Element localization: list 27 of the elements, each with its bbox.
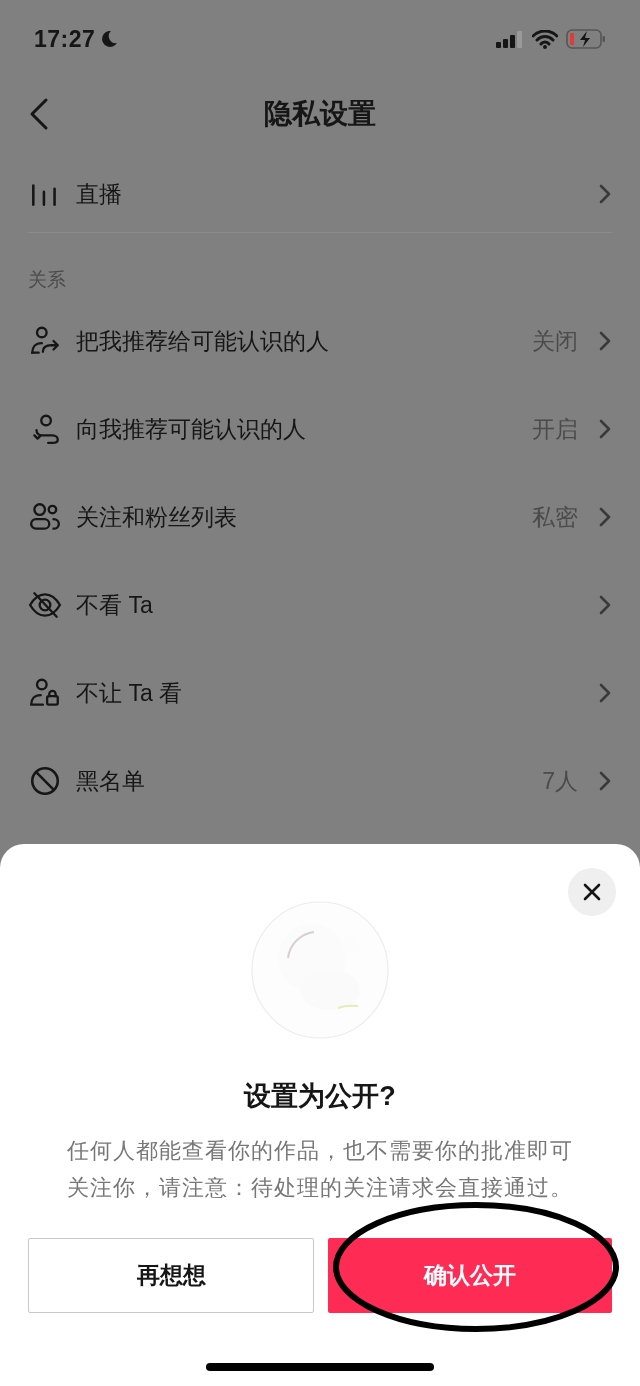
dialog-message: 任何人都能查看你的作品，也不需要你的批准即可关注你，请注意：待处理的关注请求会直接通过。 (66, 1137, 574, 1202)
battery-icon (566, 29, 606, 49)
setting-label[interactable]: 把我推荐给可能认识的人 (76, 325, 518, 357)
wifi-icon (532, 29, 558, 49)
chevron-icon (598, 183, 612, 205)
chevron-icon (598, 594, 612, 616)
close-button[interactable] (568, 868, 616, 916)
confirm-button[interactable]: 确认公开 (328, 1238, 612, 1313)
setting-label[interactable]: 向我推荐可能认识的人 (76, 413, 518, 445)
block-icon (28, 764, 62, 798)
signal-icon (496, 30, 524, 48)
setting-label[interactable]: 不让 Ta 看 (76, 677, 578, 709)
moon-icon (99, 29, 120, 49)
page-title: 隐私设置 (264, 97, 376, 131)
cancel-button[interactable]: 再想想 (28, 1238, 314, 1313)
chevron-icon (598, 506, 612, 528)
setting-label[interactable]: 不看 Ta (76, 589, 578, 621)
chevron-icon (598, 770, 612, 792)
setting-label[interactable]: 关注和粉丝列表 (76, 501, 518, 533)
setting-label[interactable]: 直播 (76, 178, 578, 210)
setting-label[interactable]: 黑名单 (76, 765, 529, 797)
close-icon (582, 882, 602, 902)
dialog-title: 设置为公开? (244, 1080, 396, 1113)
status-time: 17:27 (34, 25, 96, 53)
chevron-icon (598, 330, 612, 352)
chevron-icon (598, 418, 612, 440)
chevron-icon (598, 682, 612, 704)
